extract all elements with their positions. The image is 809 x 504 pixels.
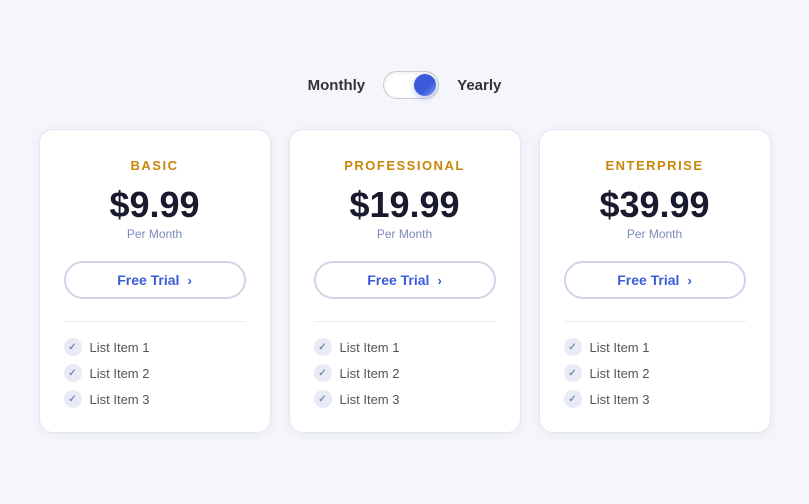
check-icon-basic-0 (64, 338, 82, 356)
feature-item-professional-1: List Item 2 (314, 364, 496, 382)
feature-list-enterprise: List Item 1 List Item 2 List Item 3 (564, 338, 746, 408)
chevron-right-icon: › (437, 273, 441, 288)
toggle-track (383, 71, 439, 99)
check-icon-enterprise-0 (564, 338, 582, 356)
check-icon-professional-0 (314, 338, 332, 356)
plan-name-enterprise: ENTERPRISE (605, 158, 703, 173)
free-trial-label-enterprise: Free Trial (617, 272, 679, 288)
chevron-right-icon: › (187, 273, 191, 288)
per-month-enterprise: Per Month (627, 227, 682, 241)
check-icon-basic-2 (64, 390, 82, 408)
free-trial-button-enterprise[interactable]: Free Trial › (564, 261, 746, 299)
monthly-label: Monthly (308, 77, 366, 94)
check-icon-basic-1 (64, 364, 82, 382)
yearly-label: Yearly (457, 77, 501, 94)
pricing-cards: BASIC $9.99 Per Month Free Trial › List … (39, 129, 771, 433)
chevron-right-icon: › (687, 273, 691, 288)
plan-price-basic: $9.99 (109, 187, 199, 223)
per-month-professional: Per Month (377, 227, 432, 241)
feature-label-professional-0: List Item 1 (340, 340, 400, 355)
feature-item-basic-2: List Item 3 (64, 390, 246, 408)
feature-item-professional-2: List Item 3 (314, 390, 496, 408)
plan-price-professional: $19.99 (349, 187, 459, 223)
free-trial-button-professional[interactable]: Free Trial › (314, 261, 496, 299)
feature-label-basic-2: List Item 3 (90, 392, 150, 407)
feature-item-professional-0: List Item 1 (314, 338, 496, 356)
feature-list-basic: List Item 1 List Item 2 List Item 3 (64, 338, 246, 408)
feature-list-professional: List Item 1 List Item 2 List Item 3 (314, 338, 496, 408)
card-divider-enterprise (564, 321, 746, 322)
billing-toggle[interactable] (383, 71, 439, 99)
check-icon-professional-2 (314, 390, 332, 408)
toggle-thumb (414, 74, 436, 96)
feature-label-professional-2: List Item 3 (340, 392, 400, 407)
feature-label-enterprise-0: List Item 1 (590, 340, 650, 355)
pricing-card-enterprise: ENTERPRISE $39.99 Per Month Free Trial ›… (539, 129, 771, 433)
free-trial-label-professional: Free Trial (367, 272, 429, 288)
check-icon-enterprise-2 (564, 390, 582, 408)
check-icon-enterprise-1 (564, 364, 582, 382)
pricing-card-professional: PROFESSIONAL $19.99 Per Month Free Trial… (289, 129, 521, 433)
feature-item-enterprise-2: List Item 3 (564, 390, 746, 408)
feature-item-enterprise-0: List Item 1 (564, 338, 746, 356)
per-month-basic: Per Month (127, 227, 182, 241)
feature-label-enterprise-2: List Item 3 (590, 392, 650, 407)
check-icon-professional-1 (314, 364, 332, 382)
feature-item-basic-1: List Item 2 (64, 364, 246, 382)
pricing-card-basic: BASIC $9.99 Per Month Free Trial › List … (39, 129, 271, 433)
feature-label-enterprise-1: List Item 2 (590, 366, 650, 381)
free-trial-label-basic: Free Trial (117, 272, 179, 288)
card-divider-basic (64, 321, 246, 322)
feature-label-professional-1: List Item 2 (340, 366, 400, 381)
feature-item-basic-0: List Item 1 (64, 338, 246, 356)
plan-name-basic: BASIC (131, 158, 179, 173)
billing-toggle-row: Monthly Yearly (308, 71, 502, 99)
feature-label-basic-0: List Item 1 (90, 340, 150, 355)
plan-name-professional: PROFESSIONAL (344, 158, 465, 173)
card-divider-professional (314, 321, 496, 322)
feature-label-basic-1: List Item 2 (90, 366, 150, 381)
free-trial-button-basic[interactable]: Free Trial › (64, 261, 246, 299)
plan-price-enterprise: $39.99 (599, 187, 709, 223)
feature-item-enterprise-1: List Item 2 (564, 364, 746, 382)
